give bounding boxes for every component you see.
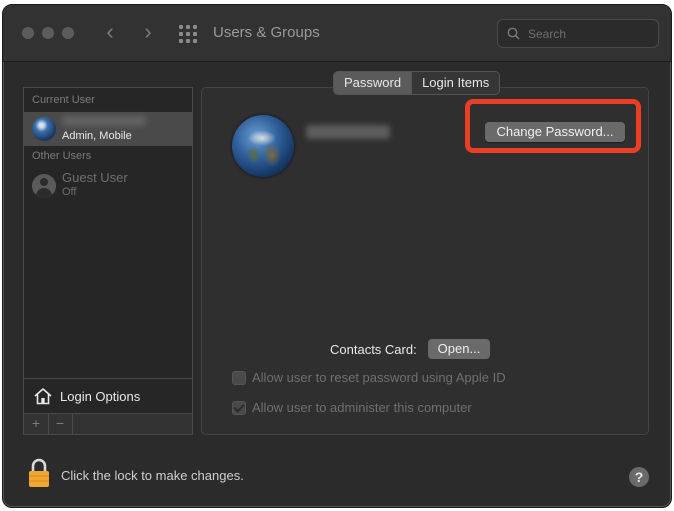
current-user-row[interactable]: Admin, Mobile — [24, 112, 192, 146]
contacts-card-label: Contacts Card: — [330, 342, 417, 357]
magnifier-icon — [507, 27, 520, 40]
earth-globe-user-picture[interactable] — [232, 115, 294, 177]
person-silhouette-icon — [32, 174, 56, 198]
add-remove-bar: + − — [24, 413, 192, 434]
zoom-window-button[interactable] — [62, 27, 74, 39]
window-title: Users & Groups — [213, 24, 320, 41]
current-user-role: Admin, Mobile — [62, 130, 132, 142]
redacted-username — [62, 116, 146, 126]
reset-password-checkbox[interactable] — [232, 371, 246, 385]
lock-icon[interactable] — [27, 458, 51, 488]
reset-password-label: Allow user to reset password using Apple… — [252, 370, 506, 385]
show-all-grid-icon[interactable] — [179, 25, 197, 43]
administer-computer-checkbox[interactable] — [232, 401, 246, 415]
administer-computer-label: Allow user to administer this computer — [252, 400, 472, 415]
minimize-window-button[interactable] — [42, 27, 54, 39]
earth-globe-avatar-icon — [32, 117, 56, 141]
panel-tabs: Password Login Items — [333, 71, 501, 95]
search-field[interactable] — [497, 19, 659, 48]
back-chevron-icon[interactable]: ‹ — [100, 21, 120, 43]
help-button[interactable]: ? — [629, 467, 649, 487]
user-details-panel: Change Password... Contacts Card: Open..… — [201, 87, 649, 435]
guest-user-row[interactable]: Guest User Off — [24, 168, 192, 204]
users-sidebar: Current User Admin, Mobile Other Users G… — [23, 87, 193, 435]
add-user-button[interactable]: + — [24, 414, 49, 434]
open-contacts-card-button[interactable]: Open... — [428, 339, 490, 359]
search-input[interactable] — [526, 24, 650, 44]
lock-message: Click the lock to make changes. — [61, 468, 244, 483]
guest-user-status: Off — [62, 186, 77, 198]
title-bar: ‹ › Users & Groups — [3, 5, 671, 62]
close-window-button[interactable] — [22, 27, 34, 39]
other-users-header: Other Users — [32, 150, 92, 162]
login-options-item[interactable]: Login Options — [24, 378, 192, 413]
forward-chevron-icon[interactable]: › — [138, 21, 158, 43]
tab-login-items[interactable]: Login Items — [411, 72, 500, 94]
change-password-button[interactable]: Change Password... — [485, 122, 625, 142]
tab-password[interactable]: Password — [334, 72, 412, 94]
login-options-label: Login Options — [60, 389, 141, 404]
house-icon — [34, 388, 52, 405]
redacted-full-name — [306, 125, 390, 139]
current-user-header: Current User — [32, 94, 95, 106]
remove-user-button[interactable]: − — [48, 414, 73, 434]
guest-user-name: Guest User — [62, 170, 128, 185]
